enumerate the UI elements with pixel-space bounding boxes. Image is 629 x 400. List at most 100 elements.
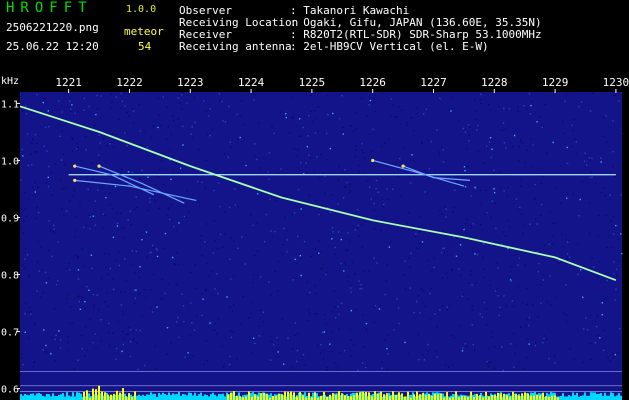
noise-speckle — [87, 188, 89, 190]
noise-speckle — [565, 314, 567, 316]
noise-speckle — [259, 276, 262, 278]
noise-speckle — [345, 186, 347, 188]
noise-bar — [596, 394, 598, 400]
noise-speckle — [67, 349, 70, 351]
noise-speckle — [398, 323, 400, 325]
noise-speckle — [331, 194, 334, 196]
noise-bar — [216, 396, 218, 400]
noise-speckle — [518, 160, 520, 162]
noise-speckle — [115, 347, 118, 350]
noise-speckle — [427, 178, 430, 181]
noise-speckle — [71, 306, 73, 308]
noise-bar — [600, 393, 602, 400]
noise-speckle — [79, 295, 81, 297]
noise-speckle — [187, 352, 189, 354]
meteor-echo-head — [401, 164, 405, 168]
noise-speckle — [470, 273, 472, 276]
noise-speckle — [20, 255, 22, 257]
image-filename: 2506221220.png — [6, 21, 99, 34]
noise-speckle — [24, 331, 26, 333]
noise-speckle — [337, 203, 339, 205]
spectrogram-chart: kHz 1.11.00.90.80.70.6 1221 1222 1223 1224 1… — [0, 72, 629, 400]
noise-speckle — [109, 192, 111, 194]
noise-speckle — [244, 263, 247, 265]
noise-speckle — [296, 360, 298, 363]
noise-speckle — [68, 269, 71, 271]
noise-speckle — [360, 224, 363, 226]
noise-bar — [612, 393, 614, 400]
noise-speckle — [452, 364, 454, 366]
noise-speckle — [331, 351, 334, 353]
noise-speckle — [240, 322, 242, 325]
signal-bar — [245, 396, 247, 400]
noise-bar — [562, 393, 564, 400]
noise-speckle — [442, 149, 445, 151]
noise-speckle — [103, 226, 105, 229]
noise-speckle — [337, 369, 339, 372]
noise-speckle — [231, 311, 234, 313]
noise-speckle — [549, 275, 551, 277]
noise-speckle — [180, 108, 183, 110]
noise-speckle — [53, 224, 55, 227]
noise-speckle — [407, 353, 409, 355]
noise-speckle — [495, 288, 498, 291]
signal-bar — [125, 396, 127, 400]
noise-speckle — [324, 314, 326, 316]
noise-speckle — [159, 168, 161, 171]
noise-bar — [570, 396, 572, 400]
noise-speckle — [614, 354, 616, 356]
noise-speckle — [348, 191, 351, 194]
noise-speckle — [316, 155, 318, 158]
noise-speckle — [428, 167, 430, 170]
noise-speckle — [363, 346, 365, 348]
noise-speckle — [25, 302, 27, 304]
signal-bar — [503, 393, 505, 400]
signal-bar — [287, 391, 289, 400]
noise-speckle — [386, 348, 388, 350]
signal-bar — [356, 392, 358, 400]
noise-speckle — [173, 225, 175, 228]
noise-speckle — [438, 99, 440, 101]
noise-speckle — [258, 325, 260, 328]
noise-speckle — [107, 273, 110, 276]
noise-speckle — [443, 247, 445, 249]
noise-speckle — [129, 341, 132, 343]
noise-speckle — [158, 207, 161, 209]
noise-speckle — [589, 110, 592, 112]
noise-speckle — [510, 280, 512, 282]
noise-speckle — [80, 334, 83, 337]
noise-speckle — [608, 235, 611, 237]
meteor-label: meteor — [124, 25, 164, 38]
noise-speckle — [258, 122, 260, 124]
noise-speckle — [191, 322, 193, 324]
noise-speckle — [44, 126, 47, 129]
noise-speckle — [590, 358, 592, 361]
noise-speckle — [552, 234, 554, 237]
noise-speckle — [566, 253, 569, 255]
noise-speckle — [529, 223, 531, 225]
app-logo: HROFFT — [6, 0, 93, 16]
noise-speckle — [532, 144, 534, 146]
noise-speckle — [361, 246, 363, 248]
noise-speckle — [50, 353, 52, 355]
noise-speckle — [310, 94, 312, 96]
noise-speckle — [502, 122, 505, 124]
noise-speckle — [394, 162, 397, 165]
noise-speckle — [600, 191, 603, 194]
noise-bar — [218, 393, 220, 400]
noise-speckle — [285, 113, 287, 115]
noise-speckle — [542, 175, 544, 178]
noise-speckle — [526, 149, 528, 151]
noise-speckle — [277, 260, 279, 263]
noise-speckle — [606, 246, 608, 248]
noise-speckle — [298, 135, 300, 137]
noise-speckle — [253, 337, 255, 339]
noise-speckle — [403, 147, 406, 149]
y-axis-label: kHz — [1, 76, 19, 87]
noise-speckle — [222, 246, 224, 249]
noise-speckle — [39, 296, 42, 298]
noise-speckle — [182, 125, 184, 128]
noise-speckle — [374, 111, 376, 113]
noise-speckle — [417, 295, 420, 297]
signal-bar — [257, 396, 259, 400]
